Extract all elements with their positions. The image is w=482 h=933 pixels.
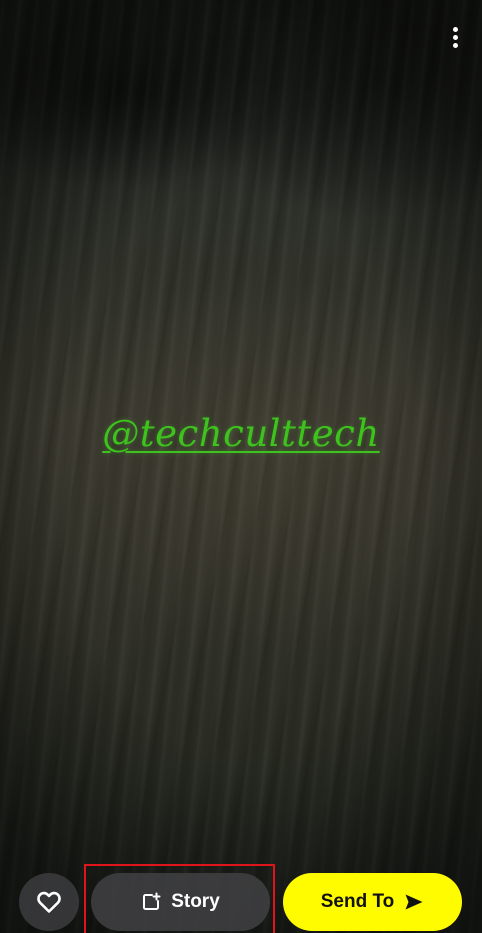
add-story-icon	[141, 892, 161, 912]
bottom-action-bar: Story Send To	[0, 843, 482, 933]
story-button-label: Story	[171, 891, 220, 912]
background-vignette	[0, 0, 482, 933]
snap-caption-text[interactable]: @techculttech	[0, 412, 482, 455]
heart-icon	[37, 891, 61, 913]
favorite-button[interactable]	[19, 873, 79, 931]
background-texture	[0, 0, 482, 933]
snap-preview-screen: @techculttech Story Send To	[0, 0, 482, 933]
send-arrow-icon	[404, 893, 424, 911]
more-vertical-icon	[452, 34, 458, 40]
send-to-button-label: Send To	[320, 891, 395, 912]
more-options-button[interactable]	[442, 22, 468, 52]
more-vertical-icon	[452, 42, 458, 48]
send-to-button[interactable]: Send To	[283, 873, 462, 931]
more-vertical-icon	[452, 26, 458, 32]
background-texture-overlay	[0, 0, 482, 933]
add-to-story-button[interactable]: Story	[91, 873, 270, 931]
